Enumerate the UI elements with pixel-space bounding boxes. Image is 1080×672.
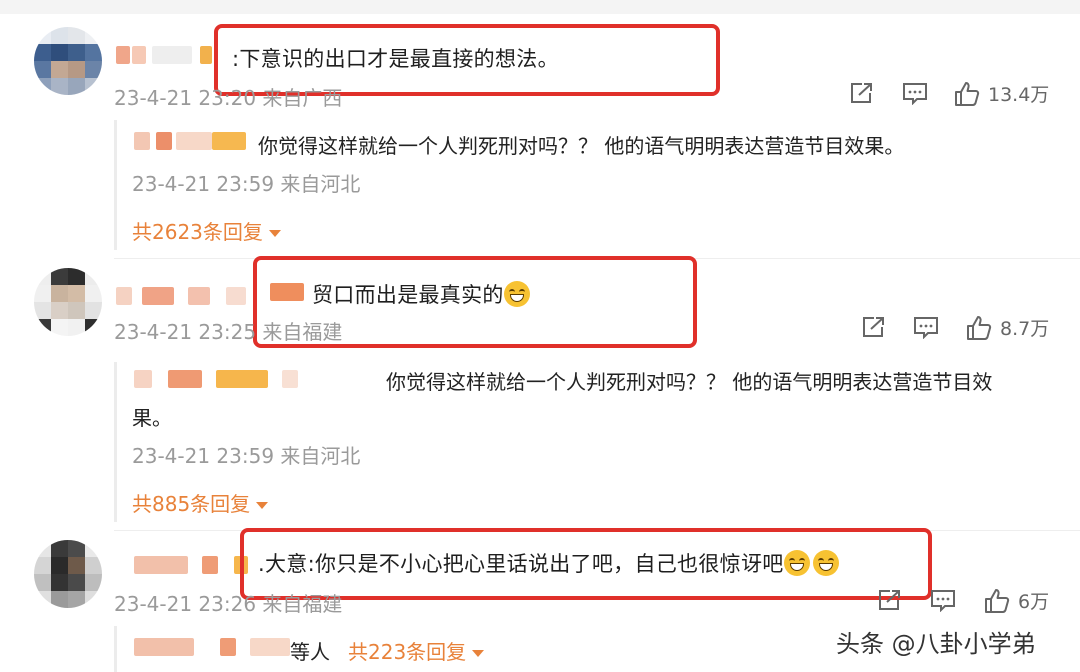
comment-icon [913,315,939,339]
like-count: 6万 [1018,591,1050,613]
username-redacted[interactable] [116,287,266,307]
more-replies-link[interactable]: 共2623条回复 [132,216,281,245]
comment-icon [930,588,956,612]
like-count: 8.7万 [1000,318,1050,340]
comment-text-wrap: 贸口而出是最真实的 [312,279,530,309]
username-redacted[interactable] [134,556,254,576]
grinning-emoji-icon [503,281,530,307]
username-redacted[interactable] [116,46,226,66]
caret-down-icon [472,650,485,657]
share-button[interactable] [860,315,886,339]
comment-text: 贸口而出是最真实的 [312,283,504,307]
comment-icon [902,81,928,105]
share-icon [848,81,874,105]
grinning-emoji-icon [783,550,810,576]
comment-button[interactable] [930,588,956,612]
thumb-up-icon [954,81,980,107]
reply-username-redacted[interactable] [134,638,294,658]
comment-meta: 23-4-21 23:20 来自广西 [114,86,343,110]
avatar[interactable] [34,268,102,336]
reply-text: 你觉得这样就给一个人判死刑对吗？？ 他的语气明明表达营造节目效果。 [258,134,905,158]
like-button[interactable]: 13.4万 [954,80,1049,107]
reply-text-line2: 果。 [132,406,172,430]
thumb-up-icon [966,315,992,341]
inline-redaction [270,283,304,305]
reply-meta: 23-4-21 23:59 来自河北 [132,444,361,468]
comment-text: .大意:你只是不小心把心里话说出了吧，自己也很惊讶吧 [258,552,784,576]
reply-meta: 23-4-21 23:59 来自河北 [132,172,361,196]
caret-down-icon [268,230,281,237]
reply-text-line1: 你觉得这样就给一个人判死刑对吗？？ 他的语气明明表达营造节目效 [386,370,993,394]
like-count: 13.4万 [988,84,1050,106]
reply-username-redacted[interactable] [134,370,374,390]
thumb-up-icon [984,588,1010,614]
like-button[interactable]: 6万 [984,587,1049,614]
comment-button[interactable] [913,315,939,339]
comment-text: :下意识的出口才是最直接的想法。 [232,47,559,71]
more-replies-link[interactable]: 共885条回复 [132,488,269,517]
share-button[interactable] [848,81,874,105]
grinning-emoji-icon [812,550,839,576]
more-replies-link[interactable]: 共223条回复 [348,636,485,665]
more-replies-label: 共885条回复 [132,492,251,516]
comment-text-wrap: .大意:你只是不小心把心里话说出了吧，自己也很惊讶吧 [258,548,839,578]
watermark: 头条 @八卦小学弟 [836,630,1036,658]
more-replies-label: 共223条回复 [348,640,467,664]
avatar[interactable] [34,540,102,608]
comment-meta: 23-4-21 23:26 来自福建 [114,592,343,616]
top-strip [0,0,1080,14]
like-button[interactable]: 8.7万 [966,314,1049,341]
comment-button[interactable] [902,81,928,105]
reply-username-redacted[interactable] [134,132,254,152]
share-icon [860,315,886,339]
avatar[interactable] [34,27,102,95]
more-replies-label: 共2623条回复 [132,220,263,244]
reply-prefix: 等人 [290,640,330,664]
share-icon [876,588,902,612]
caret-down-icon [256,502,269,509]
comment-meta: 23-4-21 23:25 来自福建 [114,320,343,344]
share-button[interactable] [876,588,902,612]
